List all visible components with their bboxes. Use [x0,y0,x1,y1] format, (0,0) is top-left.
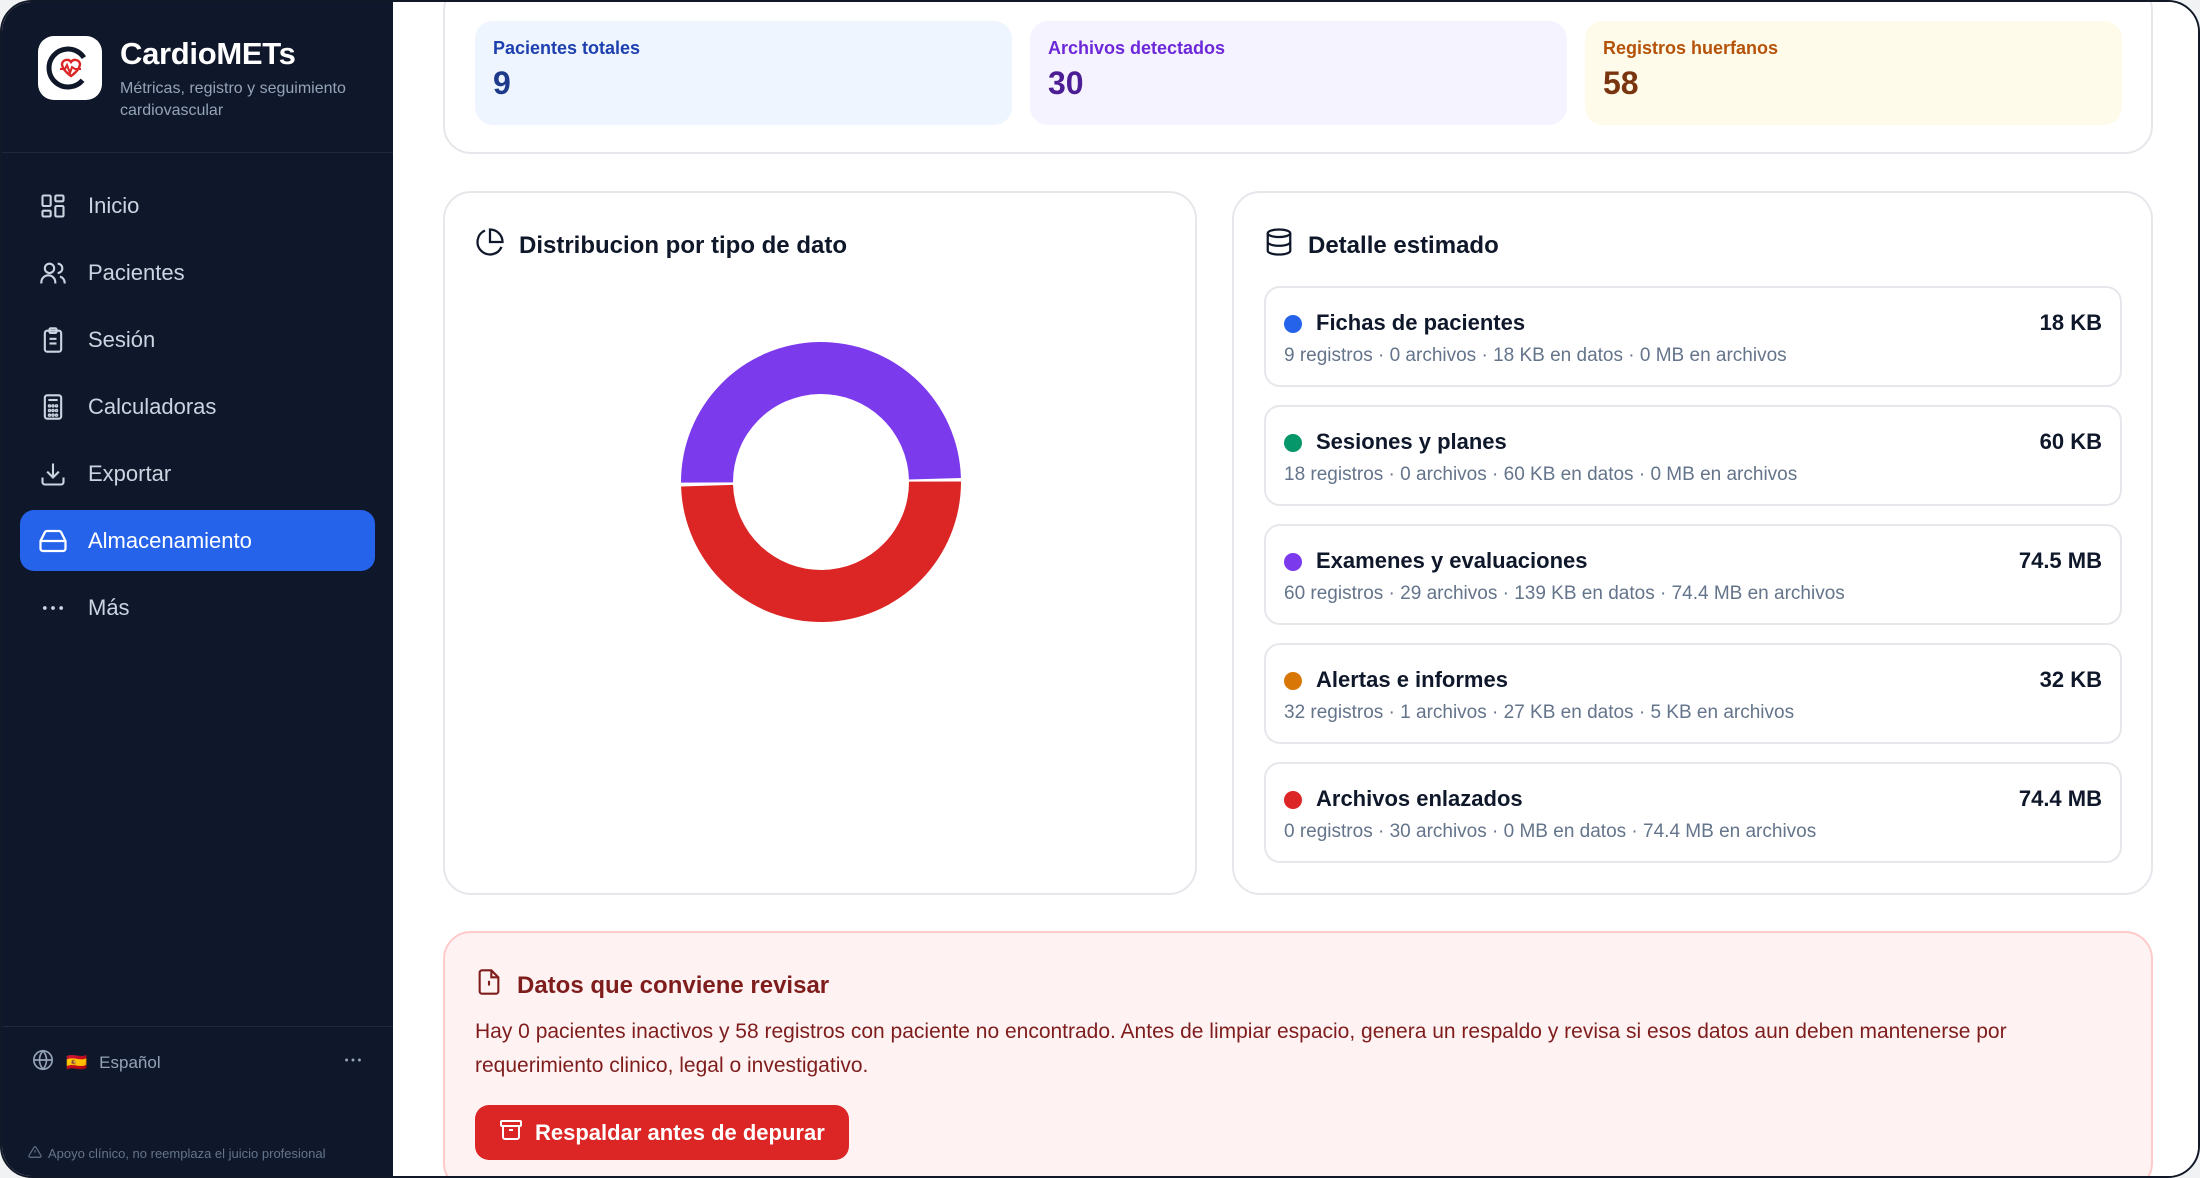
stat-value: 9 [493,65,511,101]
review-alert-card: Datos que conviene revisar Hay 0 pacient… [443,931,2153,1176]
stat-pacientes-totales: Pacientes totales 9 [475,21,1012,125]
flag-icon: 🇪🇸 [66,1052,88,1072]
detail-item-archivos: Archivos enlazados 74.4 MB 0 registros ·… [1264,762,2122,863]
sidebar-item-calculadoras[interactable]: Calculadoras [20,376,375,437]
detail-item-examenes: Examenes y evaluaciones 74.5 MB 60 regis… [1264,524,2122,625]
detail-item-name: Archivos enlazados [1316,786,1523,811]
sidebar-item-label: Inicio [88,192,140,218]
detail-item-sesiones: Sesiones y planes 60 KB 18 registros · 0… [1264,405,2122,506]
detail-item-fichas: Fichas de pacientes 18 KB 9 registros · … [1264,286,2122,387]
review-text: Hay 0 pacientes inactivos y 58 registros… [475,1020,2007,1077]
language-selector[interactable]: 🇪🇸 Español [32,1049,161,1076]
detail-item-name: Sesiones y planes [1316,429,1507,454]
more-horizontal-icon [38,593,68,623]
sidebar-item-mas[interactable]: Más [20,577,375,638]
color-dot [1284,791,1302,809]
backup-button-label: Respaldar antes de depurar [535,1119,825,1145]
detail-item-meta: 32 registros · 1 archivos · 27 KB en dat… [1284,702,1795,723]
stats-card: Pacientes totales 9 Archivos detectados … [443,2,2153,154]
donut-slice-archivos-enlazados[interactable] [681,481,961,622]
backup-button[interactable]: Respaldar antes de depurar [475,1105,849,1160]
color-dot [1284,315,1302,333]
sidebar-item-inicio[interactable]: Inicio [20,175,375,236]
detail-item-size: 74.5 MB [2018,548,2102,573]
color-dot [1284,553,1302,571]
review-title-text: Datos que conviene revisar [517,971,830,999]
sidebar-item-label: Sesión [88,326,156,352]
detail-item-name: Alertas e informes [1316,667,1508,692]
stat-value: 58 [1603,65,1639,101]
users-icon [38,258,68,288]
detail-item-size: 18 KB [2039,310,2102,335]
detail-item-meta: 18 registros · 0 archivos · 60 KB en dat… [1284,464,1798,485]
detail-item-name: Examenes y evaluaciones [1316,548,1588,573]
sidebar-item-label: Almacenamiento [88,527,252,553]
donut-slice-examenes-y-evaluaciones[interactable] [681,341,961,483]
globe-icon [32,1049,54,1076]
main-content: Pacientes totales 9 Archivos detectados … [393,2,2198,1176]
hard-drive-icon [38,526,68,556]
grid-icon [38,191,68,221]
app-title: CardioMETs [120,36,296,71]
sidebar-divider [2,1026,393,1027]
file-warning-icon [475,967,503,1004]
donut-chart [681,341,961,622]
sidebar: CardioMETs Métricas, registro y seguimie… [2,2,393,1176]
language-more-button[interactable] [342,1049,364,1077]
app-window: CardioMETs Métricas, registro y seguimie… [0,0,2200,1178]
stat-label: Registros huerfanos [1603,38,1779,58]
sidebar-item-almacenamiento[interactable]: Almacenamiento [20,510,375,571]
detail-item-name: Fichas de pacientes [1316,310,1526,335]
detail-item-alertas: Alertas e informes 32 KB 32 registros · … [1264,643,2122,744]
sidebar-item-exportar[interactable]: Exportar [20,443,375,504]
language-label: Español [99,1052,161,1072]
sidebar-item-pacientes[interactable]: Pacientes [20,242,375,303]
more-horizontal-icon [345,1058,361,1062]
detail-title-text: Detalle estimado [1308,231,1499,259]
sidebar-item-sesion[interactable]: Sesión [20,309,375,370]
download-icon [38,459,68,489]
stat-label: Archivos detectados [1048,38,1226,58]
distribution-card: Distribucion por tipo de dato [443,191,1197,895]
detail-card: Detalle estimado Fichas de pacientes 18 … [1232,191,2153,895]
detail-item-size: 74.4 MB [2018,786,2102,811]
sidebar-item-label: Pacientes [88,259,185,285]
stat-value: 30 [1048,65,1084,101]
calculator-icon [38,392,68,422]
detail-item-meta: 60 registros · 29 archivos · 139 KB en d… [1284,583,1845,604]
database-icon [1264,227,1294,264]
detail-item-meta: 0 registros · 30 archivos · 0 MB en dato… [1284,821,1817,842]
color-dot [1284,434,1302,452]
sidebar-item-label: Exportar [88,460,172,486]
sidebar-item-label: Calculadoras [88,393,217,419]
detail-item-meta: 9 registros · 0 archivos · 18 KB en dato… [1284,345,1787,366]
detail-title: Detalle estimado [1264,227,1499,264]
sidebar-item-label: Más [88,594,130,620]
warning-icon [28,1145,42,1162]
detail-item-size: 32 KB [2039,667,2102,692]
detail-item-size: 60 KB [2039,429,2102,454]
app-logo [38,36,102,100]
sidebar-divider [2,152,393,153]
brand: CardioMETs Métricas, registro y seguimie… [38,36,370,122]
sidebar-nav: Inicio Pacientes Sesión Calculadoras Exp… [20,175,375,644]
app-subtitle: Métricas, registro y seguimiento cardiov… [120,80,346,119]
disclaimer: Apoyo clínico, no reemplaza el juicio pr… [28,1145,326,1162]
review-title: Datos que conviene revisar [475,967,829,1004]
color-dot [1284,672,1302,690]
stat-label: Pacientes totales [493,38,641,58]
stat-archivos-detectados: Archivos detectados 30 [1030,21,1567,125]
disclaimer-text: Apoyo clínico, no reemplaza el juicio pr… [48,1146,326,1161]
clipboard-icon [38,325,68,355]
archive-icon [499,1118,523,1148]
stat-registros-huerfanos: Registros huerfanos 58 [1585,21,2122,125]
